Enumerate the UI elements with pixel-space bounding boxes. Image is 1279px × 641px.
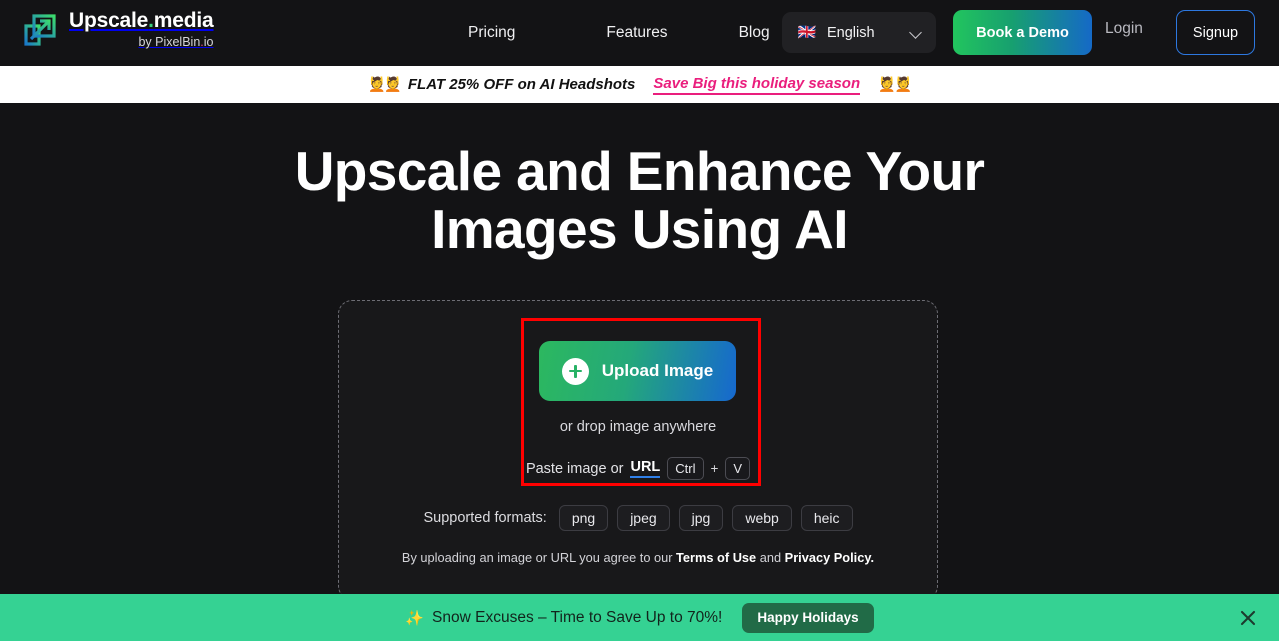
person-emoji-right: 💆💆 — [878, 76, 912, 92]
logo-title: Upscale.media — [69, 9, 214, 32]
promo-banner[interactable]: 💆💆 FLAT 25% OFF on AI Headshots Save Big… — [0, 66, 1279, 103]
uk-flag-icon: 🇬🇧 — [797, 24, 817, 41]
language-selector[interactable]: 🇬🇧 English — [782, 12, 936, 53]
plus-circle-icon — [561, 357, 589, 385]
promo-banner-text: FLAT 25% OFF on AI Headshots — [407, 76, 636, 93]
nav-link-blog[interactable]: Blog — [739, 18, 770, 48]
promo-banner-link[interactable]: Save Big this holiday season — [653, 75, 861, 95]
legal-disclaimer: By uploading an image or URL you agree t… — [338, 550, 938, 565]
site-header: Upscale.media by PixelBin.io Pricing Fea… — [0, 0, 1279, 65]
holiday-promo-message: Snow Excuses – Time to Save Up to 70%! — [432, 608, 723, 626]
format-pill-jpg: jpg — [678, 505, 724, 531]
page-title: Upscale and Enhance Your Images Using AI — [0, 142, 1279, 259]
page-root: Upscale.media by PixelBin.io Pricing Fea… — [0, 0, 1279, 641]
logo-text: Upscale.media by PixelBin.io — [69, 10, 214, 49]
close-icon[interactable] — [1235, 605, 1261, 631]
upload-image-label: Upload Image — [601, 361, 714, 380]
format-pill-png: png — [558, 505, 609, 531]
main-nav: Pricing Features Blog — [468, 0, 770, 65]
upload-image-button[interactable]: Upload Image — [539, 341, 736, 401]
format-pill-webp: webp — [732, 505, 792, 531]
terms-of-use-link[interactable]: Terms of Use — [676, 550, 756, 565]
format-pill-jpeg: jpeg — [617, 505, 670, 531]
nav-link-pricing[interactable]: Pricing — [468, 18, 515, 48]
drop-hint-text: or drop image anywhere — [559, 419, 717, 435]
legal-prefix: By uploading an image or URL you agree t… — [401, 550, 673, 565]
holiday-promo-text: ✨ Snow Excuses – Time to Save Up to 70%! — [405, 609, 722, 627]
happy-holidays-button[interactable]: Happy Holidays — [742, 602, 874, 633]
chevron-down-icon — [911, 27, 922, 38]
sparkles-icon: ✨ — [405, 609, 425, 627]
keycap-v: V — [725, 457, 751, 480]
language-label: English — [827, 24, 875, 41]
logo-subtitle: by PixelBin.io — [138, 35, 214, 49]
privacy-policy-link[interactable]: Privacy Policy. — [785, 550, 874, 565]
keycap-plus-separator: + — [710, 461, 719, 476]
person-emoji-left: 💆💆 — [368, 76, 402, 92]
signup-button[interactable]: Signup — [1176, 10, 1255, 55]
page-title-line-1: Upscale and Enhance Your — [294, 140, 985, 202]
nav-link-features[interactable]: Features — [606, 18, 667, 48]
paste-url-link[interactable]: URL — [630, 459, 661, 478]
paste-row: Paste image or URL Ctrl + V — [338, 457, 938, 480]
supported-formats-label: Supported formats: — [423, 510, 547, 526]
logo-link[interactable]: Upscale.media by PixelBin.io — [22, 10, 214, 49]
login-link[interactable]: Login — [1105, 20, 1143, 38]
holiday-promo-bar: ✨ Snow Excuses – Time to Save Up to 70%!… — [0, 594, 1279, 641]
supported-formats-row: Supported formats: png jpeg jpg webp hei… — [338, 505, 938, 531]
keycap-ctrl: Ctrl — [667, 457, 704, 480]
legal-and: and — [759, 550, 782, 565]
upscale-arrow-logo-icon — [22, 12, 58, 48]
book-a-demo-button[interactable]: Book a Demo — [953, 10, 1092, 55]
paste-prefix-text: Paste image or — [525, 460, 624, 477]
page-title-line-2: Images Using AI — [431, 198, 848, 261]
format-pill-heic: heic — [800, 505, 853, 531]
